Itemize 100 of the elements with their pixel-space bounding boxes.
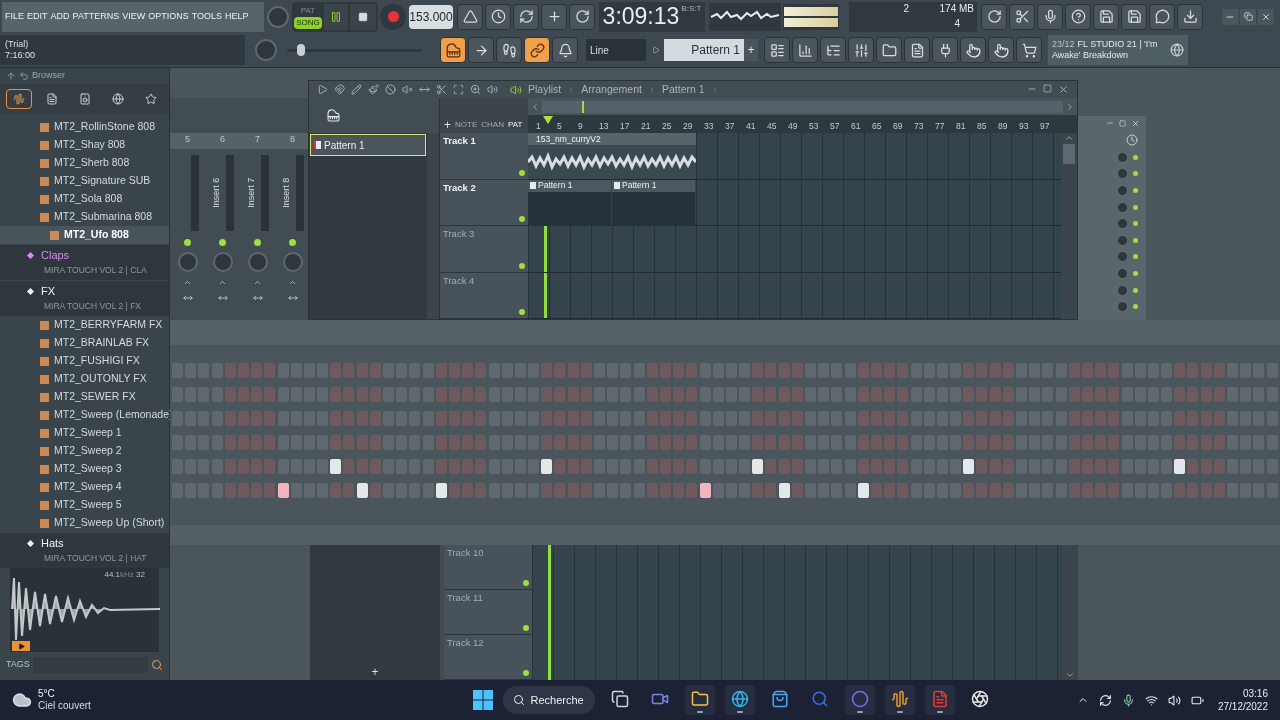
track-name[interactable]: Track 12: [447, 636, 529, 651]
bar-number: 13: [599, 121, 609, 131]
file-name: MT2_BERRYFARM FX: [54, 317, 163, 333]
file-row[interactable]: MT2_Sola 808: [0, 190, 169, 208]
bar-number: 25: [662, 121, 672, 131]
bar-number: 81: [956, 121, 966, 131]
file-row[interactable]: MT2_Sweep 2: [0, 442, 169, 460]
taskbar-search[interactable]: Recherche: [503, 686, 596, 714]
news-text[interactable]: 23/12 FL STUDIO 21 | 'I'm Awake' Breakdown: [1052, 39, 1166, 62]
file-name: MT2_FUSHIGI FX: [54, 353, 140, 369]
bar-number: 85: [977, 121, 987, 131]
add-pattern-button[interactable]: +: [744, 39, 758, 62]
bar-number: 33: [704, 121, 714, 131]
track-name[interactable]: Track 4: [443, 273, 525, 288]
menu-item[interactable]: OPTIONS: [148, 10, 189, 24]
menu-item[interactable]: HELP: [225, 10, 249, 24]
file-row[interactable]: MT2_Ufo 808: [0, 226, 169, 244]
tags-label: TAGS: [6, 658, 30, 672]
insert-number: 8: [289, 133, 296, 146]
file-row[interactable]: MT2_Sweep Up (Short): [0, 514, 169, 532]
file-row[interactable]: MT2_Sweep 5: [0, 496, 169, 514]
browser-title: Browser: [32, 69, 65, 83]
pattern-item[interactable]: Pattern 1: [310, 134, 426, 156]
audio-clip[interactable]: 153_nm_curryV2: [528, 133, 696, 179]
add-pattern-button[interactable]: +: [371, 666, 379, 678]
menu-item[interactable]: EDIT: [27, 10, 48, 24]
mode-tab[interactable]: CHAN: [481, 119, 504, 131]
file-row[interactable]: MT2_RollinStone 808: [0, 118, 169, 136]
file-name: MT2_Shay 808: [54, 137, 126, 153]
mode-toggle[interactable]: SONG: [294, 16, 322, 29]
bar-number: 93: [1019, 121, 1029, 131]
bar-number: 61: [851, 121, 861, 131]
clock-time[interactable]: 03:16: [1242, 687, 1268, 700]
insert-label: Insert 6: [211, 177, 222, 210]
track-name[interactable]: Track 1: [443, 134, 525, 149]
file-name: MT2_SEWER FX: [54, 389, 136, 405]
file-row[interactable]: MT2_Submarina 808: [0, 208, 169, 226]
pattern-name: Pattern 1: [324, 138, 365, 153]
file-row[interactable]: MT2_Sweep 3: [0, 460, 169, 478]
file-row[interactable]: MT2_Signature SUB: [0, 172, 169, 190]
bar-number: 5: [557, 121, 562, 131]
menu-item[interactable]: PATTERNS: [72, 10, 120, 24]
weather-text: Ciel couvert: [38, 700, 91, 712]
menu-item[interactable]: ADD: [50, 10, 70, 24]
file-row[interactable]: MT2_OUTONLY FX: [0, 370, 169, 388]
track-name[interactable]: Track 11: [447, 591, 529, 606]
sample-rate: 44.1kHz 32: [104, 569, 145, 581]
bar-number: 97: [1040, 121, 1050, 131]
snap-dropdown[interactable]: Line: [586, 39, 646, 62]
file-name: MT2_Signature SUB: [54, 173, 151, 189]
add-track-button[interactable]: +: [444, 119, 451, 131]
bar-number: 77: [935, 121, 945, 131]
hint-title: (Trial): [5, 39, 30, 51]
pattern-clip[interactable]: Pattern 1: [528, 179, 611, 226]
file-name: MT2_Ufo 808: [64, 227, 129, 243]
clock-date[interactable]: 27/12/2022: [1217, 700, 1268, 713]
file-name: MT2_RollinStone 808: [54, 119, 155, 135]
file-name: MT2_Sola 808: [54, 191, 123, 207]
breadcrumb-item[interactable]: Pattern 1: [661, 81, 705, 98]
folder-subtitle: MIRA TOUCH VOL 2 | HAT: [43, 551, 148, 565]
pattern-clip[interactable]: Pattern 1: [612, 179, 695, 226]
bar-number: 45: [767, 121, 777, 131]
breadcrumb-item[interactable]: Arrangement: [581, 81, 642, 98]
mode-toggle[interactable]: PAT: [298, 4, 318, 17]
menu-item[interactable]: VIEW: [122, 10, 146, 24]
file-row[interactable]: MT2_Sweep 4: [0, 478, 169, 496]
folder-name: Hats: [41, 536, 64, 552]
bar-number: 49: [788, 121, 798, 131]
mode-tab[interactable]: PAT: [507, 119, 523, 131]
track-name[interactable]: Track 2: [443, 180, 525, 195]
insert-label: Insert 7: [246, 177, 257, 210]
file-row[interactable]: MT2_Sweep 1: [0, 424, 169, 442]
folder-row[interactable]: Claps MIRA TOUCH VOL 2 | CLA: [0, 244, 169, 280]
breadcrumb-item[interactable]: Playlist: [528, 81, 562, 98]
track-name[interactable]: Track 10: [447, 546, 529, 561]
insert-number: 7: [254, 133, 261, 146]
file-row[interactable]: MT2_SEWER FX: [0, 388, 169, 406]
menu-item[interactable]: FILE: [5, 10, 24, 24]
pattern-selector[interactable]: Pattern 1: [664, 39, 744, 62]
folder-name: FX: [41, 284, 56, 300]
mode-tab[interactable]: NOTE: [455, 119, 478, 131]
file-row[interactable]: MT2_Shay 808: [0, 136, 169, 154]
folder-row[interactable]: Hats MIRA TOUCH VOL 2 | HAT: [0, 532, 169, 568]
file-row[interactable]: MT2_Sherb 808: [0, 154, 169, 172]
menu-item[interactable]: TOOLS: [191, 10, 223, 24]
file-name: MT2_Sweep 5: [54, 497, 122, 513]
bar-number: 17: [620, 121, 630, 131]
file-name: MT2_Sweep Up (Short): [54, 515, 165, 531]
tempo-field[interactable]: 153.000: [409, 4, 453, 29]
file-row[interactable]: MT2_FUSHIGI FX: [0, 352, 169, 370]
file-name: MT2_Sweep 3: [54, 461, 122, 477]
bar-number: 53: [809, 121, 819, 131]
file-name: MT2_Sweep 1: [54, 425, 122, 441]
clip-name: 153_nm_curryV2: [528, 133, 696, 145]
bar-number: 65: [872, 121, 882, 131]
folder-row[interactable]: FX MIRA TOUCH VOL 2 | FX: [0, 280, 169, 316]
file-row[interactable]: MT2_BRAINLAB FX: [0, 334, 169, 352]
track-name[interactable]: Track 3: [443, 227, 525, 242]
bar-number: 89: [998, 121, 1008, 131]
file-row[interactable]: MT2_BERRYFARM FX: [0, 316, 169, 334]
